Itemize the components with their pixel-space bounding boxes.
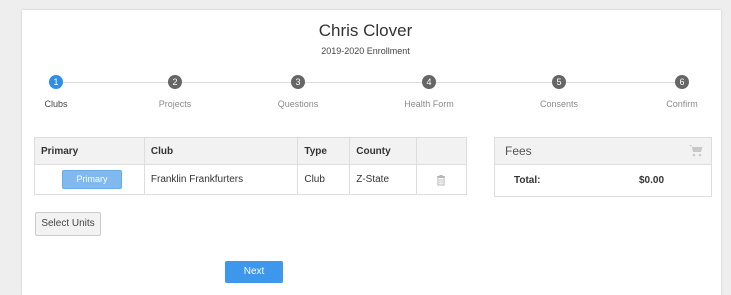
county-cell: Z-State <box>349 164 418 195</box>
enrollment-year: 2019-2020 Enrollment <box>321 46 410 56</box>
step-label: Questions <box>277 99 319 109</box>
clubs-table: Primary Club Type County Primary Frankli… <box>34 137 467 195</box>
step-label: Clubs <box>44 99 68 109</box>
step-label: Projects <box>158 99 192 109</box>
step-number: 6 <box>675 75 689 89</box>
column-header-type: Type <box>297 137 351 165</box>
column-header-actions <box>416 137 467 165</box>
column-header-primary: Primary <box>34 137 145 165</box>
step-label: Consents <box>539 99 579 109</box>
step-number: 5 <box>552 75 566 89</box>
step-label: Confirm <box>666 99 698 109</box>
step-questions[interactable]: 3 Questions <box>258 75 338 109</box>
column-header-club: Club <box>143 137 299 165</box>
type-cell: Club <box>297 164 351 195</box>
fees-header: Fees <box>495 138 711 165</box>
step-confirm[interactable]: 6 Confirm <box>642 75 722 109</box>
table-header-row: Primary Club Type County <box>34 137 467 165</box>
select-units-button[interactable]: Select Units <box>35 212 101 236</box>
next-button[interactable]: Next <box>225 261 283 283</box>
fees-total-row: Total: $0.00 <box>495 165 711 195</box>
step-number: 4 <box>422 75 436 89</box>
step-number: 1 <box>49 75 63 89</box>
actions-cell <box>416 164 467 195</box>
column-header-county: County <box>349 137 418 165</box>
club-cell: Franklin Frankfurters <box>143 164 299 195</box>
step-number: 2 <box>168 75 182 89</box>
step-label: Health Form <box>404 99 454 109</box>
member-name: Chris Clover <box>318 21 413 40</box>
fees-title: Fees <box>505 144 532 158</box>
step-projects[interactable]: 2 Projects <box>135 75 215 109</box>
primary-cell: Primary <box>34 164 145 195</box>
trash-icon[interactable] <box>435 174 447 186</box>
total-amount: $0.00 <box>639 175 665 186</box>
fees-panel: Fees Total: $0.00 <box>494 137 712 197</box>
primary-button[interactable]: Primary <box>62 170 122 189</box>
step-consents[interactable]: 5 Consents <box>519 75 599 109</box>
step-number: 3 <box>291 75 305 89</box>
step-health-form[interactable]: 4 Health Form <box>389 75 469 109</box>
total-label: Total: <box>514 175 541 186</box>
table-row: Primary Franklin Frankfurters Club Z-Sta… <box>34 164 467 195</box>
shopping-cart-icon <box>689 145 703 157</box>
step-clubs[interactable]: 1 Clubs <box>16 75 96 109</box>
